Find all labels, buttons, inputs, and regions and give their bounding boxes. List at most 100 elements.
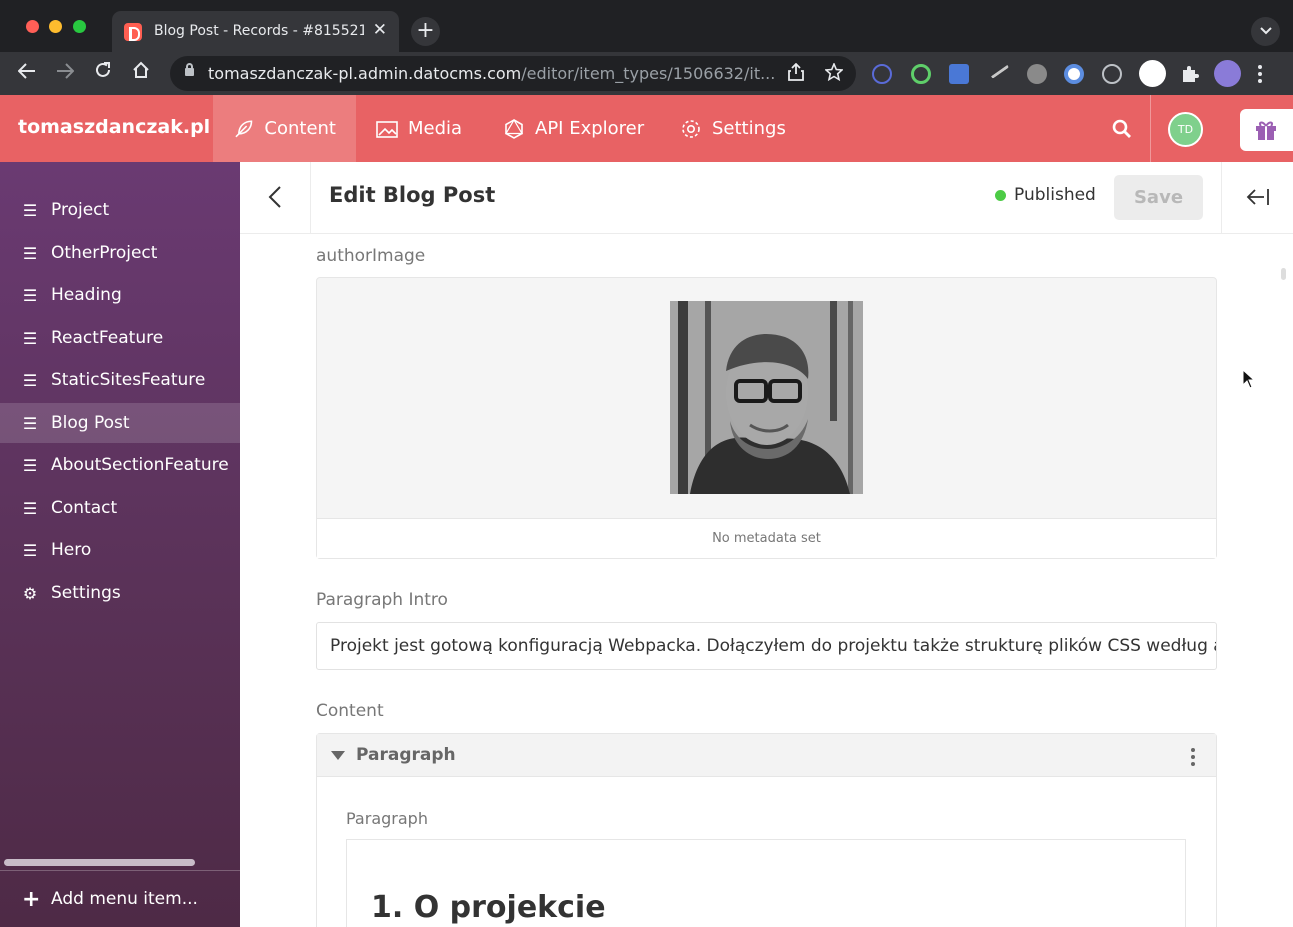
add-menu-item-label: Add menu item... [51, 889, 198, 909]
graphql-icon [504, 118, 524, 139]
search-icon[interactable] [1110, 117, 1134, 141]
paragraph-block: Paragraph Paragraph 1. O projekcie [316, 733, 1217, 927]
address-bar[interactable]: tomaszdanczak-pl.admin.datocms.com/edito… [170, 56, 856, 91]
sidebar-item-label: Hero [51, 540, 92, 560]
paragraph-editor[interactable]: 1. O projekcie [346, 839, 1186, 927]
nav-api-explorer[interactable]: API Explorer [483, 95, 664, 162]
browser-tab[interactable]: Blog Post - Records - #815521 ✕ [112, 11, 399, 52]
lock-icon [185, 63, 194, 76]
nav-api-explorer-label: API Explorer [535, 118, 645, 139]
sidebar-item-hero[interactable]: ☰ Hero [0, 530, 240, 570]
sidebar-item-label: StaticSitesFeature [51, 370, 206, 390]
nav-settings[interactable]: Settings [660, 95, 806, 162]
sidebar-item-staticsitesfeature[interactable]: ☰ StaticSitesFeature [0, 360, 240, 400]
list-icon: ☰ [22, 455, 38, 475]
back-button[interactable] [240, 162, 311, 233]
chevron-left-icon [268, 186, 281, 208]
main-scrollbar[interactable] [1281, 268, 1286, 280]
collapse-panel-button[interactable] [1221, 162, 1293, 233]
chevron-down-icon [1259, 27, 1272, 35]
list-icon: ☰ [22, 200, 38, 220]
sidebar-item-contact[interactable]: ☰ Contact [0, 488, 240, 528]
tab-title: Blog Post - Records - #815521 [154, 23, 364, 39]
list-icon: ☰ [22, 285, 38, 305]
paragraph-intro-input[interactable]: Projekt jest gotową konfiguracją Webpack… [316, 622, 1217, 670]
site-name[interactable]: tomaszdanczak.pl [18, 116, 210, 138]
whats-new-button[interactable] [1240, 109, 1293, 151]
sidebar-item-label: AboutSectionFeature [51, 455, 229, 475]
nav-media[interactable]: Media [356, 95, 482, 162]
mouse-cursor-icon [1242, 369, 1256, 389]
forward-icon[interactable] [52, 60, 78, 86]
sidebar-item-label: ReactFeature [51, 328, 164, 348]
extension-ring-icon[interactable] [911, 64, 931, 84]
window-close-button[interactable] [26, 20, 39, 33]
editor-form: authorImage No metadata set Paragraph In… [240, 234, 1293, 927]
new-tab-button[interactable]: + [411, 17, 440, 46]
datocms-favicon-icon [124, 23, 142, 41]
browser-toolbar: tomaszdanczak-pl.admin.datocms.com/edito… [0, 52, 1293, 95]
play-extension-icon[interactable] [1102, 64, 1122, 84]
author-photo[interactable] [670, 301, 863, 494]
add-menu-item-button[interactable]: + Add menu item... [0, 870, 240, 927]
app-header: tomaszdanczak.pl Content Media API Explo… [0, 95, 1293, 162]
browser-menu-icon[interactable] [1257, 64, 1263, 84]
back-icon[interactable] [14, 60, 40, 86]
more-options-icon[interactable] [1190, 748, 1196, 768]
share-icon[interactable] [788, 63, 804, 81]
tab-search-button[interactable] [1251, 17, 1280, 46]
paragraph-intro-label: Paragraph Intro [316, 590, 448, 610]
sidebar-item-otherproject[interactable]: ☰ OtherProject [0, 233, 240, 273]
sidebar-item-reactfeature[interactable]: ☰ ReactFeature [0, 318, 240, 358]
editor-heading: 1. O projekcie [371, 890, 606, 925]
list-icon: ☰ [22, 370, 38, 390]
feather-icon [235, 119, 253, 137]
sidebar-item-aboutsectionfeature[interactable]: ☰ AboutSectionFeature [0, 445, 240, 485]
gear-icon: ⚙ [22, 583, 38, 603]
sidebar-item-label: Project [51, 200, 110, 220]
sidebar-item-heading[interactable]: ☰ Heading [0, 275, 240, 315]
sidebar-item-project[interactable]: ☰ Project [0, 190, 240, 230]
paragraph-block-header[interactable]: Paragraph [317, 734, 1216, 777]
status-badge: Published [995, 185, 1096, 205]
author-image-field[interactable]: No metadata set [316, 277, 1217, 559]
window-minimize-button[interactable] [49, 20, 62, 33]
nav-media-label: Media [408, 118, 463, 139]
incognito-profile-icon[interactable] [1139, 60, 1166, 87]
page-title: Edit Blog Post [329, 183, 496, 207]
paragraph-field-label: Paragraph [346, 809, 428, 828]
tab-close-icon[interactable]: ✕ [373, 20, 387, 40]
sidebar-item-settings[interactable]: ⚙ Settings [0, 573, 240, 613]
save-button[interactable]: Save [1114, 175, 1203, 220]
sidebar: ☰ Project ☰ OtherProject ☰ Heading ☰ ReactFe… [0, 162, 240, 927]
caret-down-icon[interactable] [331, 751, 345, 760]
home-icon[interactable] [128, 60, 154, 86]
user-avatar[interactable]: TD [1168, 112, 1203, 147]
window-zoom-button[interactable] [73, 20, 86, 33]
pen-extension-icon[interactable] [986, 59, 1010, 79]
extensions-puzzle-icon[interactable] [1180, 64, 1200, 84]
image-metadata-text[interactable]: No metadata set [317, 518, 1216, 558]
sidebar-item-blog-post[interactable]: ☰ Blog Post [0, 403, 240, 443]
translate-extension-icon[interactable] [949, 64, 969, 84]
sidebar-item-label: OtherProject [51, 243, 158, 263]
content-label: Content [316, 701, 384, 721]
header-divider [1150, 95, 1151, 162]
extension-dot-icon[interactable] [1027, 64, 1047, 84]
nav-settings-label: Settings [712, 118, 786, 139]
bookmark-star-icon[interactable] [825, 63, 843, 81]
list-icon: ☰ [22, 243, 38, 263]
react-devtools-icon[interactable] [872, 64, 892, 84]
reload-icon[interactable] [90, 60, 116, 86]
sidebar-scrollbar[interactable] [4, 859, 195, 866]
sidebar-item-label: Contact [51, 498, 118, 518]
published-dot-icon [995, 189, 1006, 201]
nav-content[interactable]: Content [213, 95, 356, 162]
image-icon [376, 120, 398, 138]
extension-circle-icon[interactable] [1064, 64, 1084, 84]
profile-avatar[interactable] [1214, 60, 1241, 87]
collapse-left-icon [1246, 189, 1269, 205]
list-icon: ☰ [22, 498, 38, 518]
gift-icon [1256, 121, 1276, 140]
status-label: Published [1014, 185, 1096, 205]
